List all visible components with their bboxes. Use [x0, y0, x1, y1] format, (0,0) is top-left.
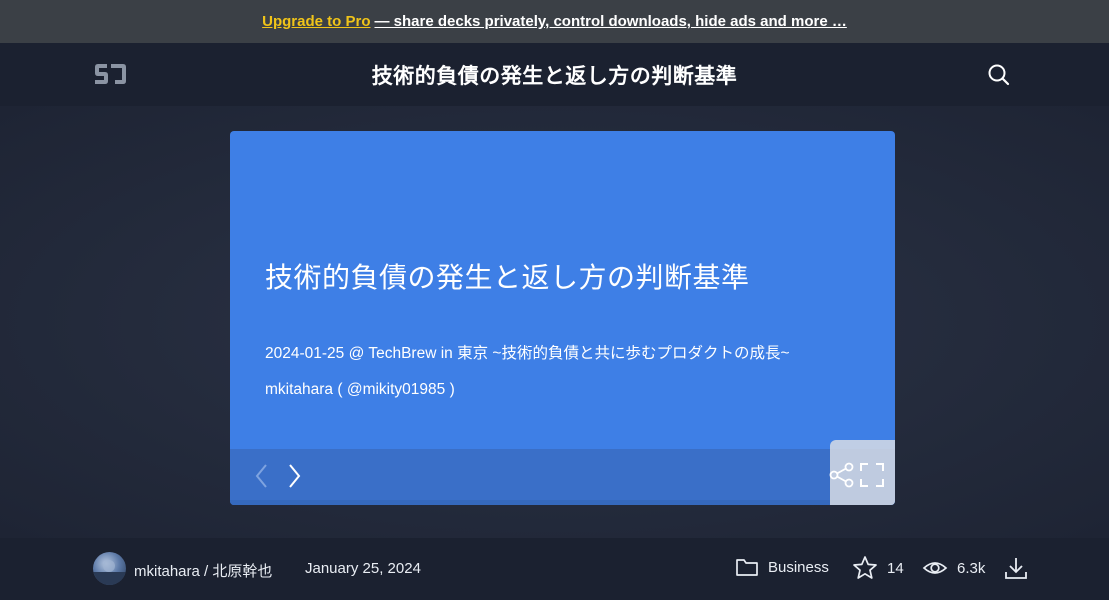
slide-viewer[interactable]: 技術的負債の発生と返し方の判断基準 2024-01-25 @ TechBrew … — [230, 131, 895, 505]
download-icon[interactable] — [1003, 555, 1029, 581]
deck-title: 技術的負債の発生と返し方の判断基準 — [371, 65, 738, 88]
chevron-right-icon[interactable] — [284, 461, 304, 491]
folder-icon — [735, 556, 759, 578]
share-icon[interactable] — [827, 460, 857, 490]
publish-date: January 25, 2024 — [305, 560, 421, 577]
slide-subtitle: 2024-01-25 @ TechBrew in 東京 ~技術的負債と共に歩むプ… — [265, 345, 790, 362]
views-counter: 6.3k — [922, 555, 985, 581]
progress-track — [230, 500, 895, 505]
author-link[interactable]: mkitahara / 北原幹也 — [134, 560, 272, 581]
fullscreen-icon[interactable] — [859, 462, 885, 488]
promo-text-link[interactable]: — share decks privately, control downloa… — [374, 13, 846, 30]
slide-author: mkitahara ( @mikity01985 ) — [265, 381, 455, 398]
category-label: Business — [768, 558, 829, 576]
chevron-left-icon[interactable] — [252, 461, 272, 491]
category-link[interactable]: Business — [735, 556, 829, 578]
search-icon[interactable] — [986, 62, 1012, 88]
deck-footer: mkitahara / 北原幹也 January 25, 2024 Busine… — [0, 538, 1109, 600]
promo-banner: Upgrade to Pro — share decks privately, … — [0, 0, 1109, 43]
slide-title: 技術的負債の発生と返し方の判断基準 — [265, 262, 750, 293]
header: 技術的負債の発生と返し方の判断基準 — [0, 43, 1109, 106]
upgrade-link[interactable]: Upgrade to Pro — [262, 13, 370, 30]
star-count: 14 — [887, 559, 904, 577]
slide-controls — [230, 449, 895, 505]
view-count: 6.3k — [957, 559, 986, 577]
eye-icon — [922, 555, 948, 581]
star-button[interactable]: 14 — [852, 555, 904, 581]
avatar[interactable] — [93, 552, 126, 585]
star-icon — [852, 555, 878, 581]
